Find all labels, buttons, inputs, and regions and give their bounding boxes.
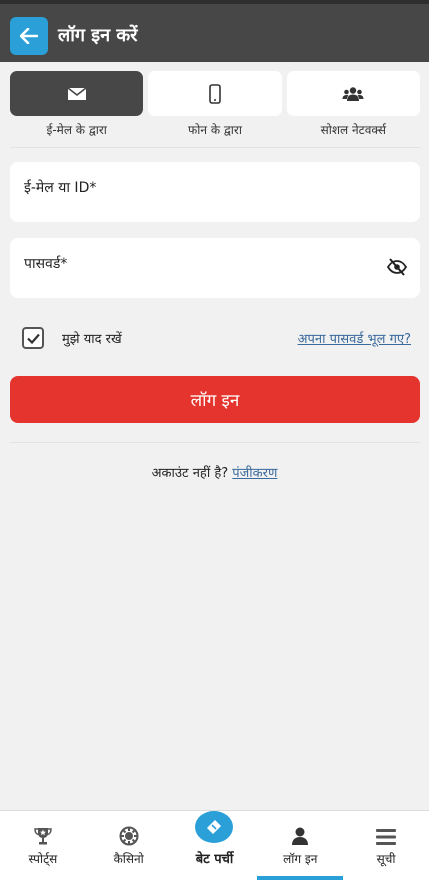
register-row: अकाउंट नहीं है? पंजीकरण xyxy=(0,463,429,481)
nav-label-casino: कैसिनो xyxy=(113,852,144,866)
nav-label-login: लॉग इन xyxy=(283,852,318,866)
trophy-icon xyxy=(34,828,52,845)
mobile-phone-icon xyxy=(209,83,221,104)
nav-label-betslip: बेट पर्ची xyxy=(195,852,234,867)
bottom-nav: स्पोर्ट्स कैसिनो बेट पर्ची लॉग इन सूची xyxy=(0,810,429,880)
nav-label-sports: स्पोर्ट्स xyxy=(28,852,58,866)
back-button[interactable] xyxy=(10,17,48,55)
nav-menu[interactable]: सूची xyxy=(343,811,429,880)
login-button[interactable]: लॉग इन xyxy=(10,376,420,423)
remember-me: मुझे याद रखें xyxy=(22,327,122,349)
nav-login[interactable]: लॉग इन xyxy=(257,811,343,880)
remember-checkbox[interactable] xyxy=(22,327,44,349)
eye-slash-icon[interactable] xyxy=(387,258,407,276)
tab-phone[interactable] xyxy=(148,71,282,116)
user-icon xyxy=(292,827,309,845)
betslip-badge xyxy=(195,811,234,843)
tab-email[interactable] xyxy=(10,71,144,116)
app-header: लॉग इन करें xyxy=(0,0,429,62)
remember-label[interactable]: मुझे याद रखें xyxy=(62,329,122,347)
menu-icon xyxy=(376,829,397,845)
tab-social[interactable] xyxy=(286,71,420,116)
password-field[interactable]: पासवर्ड* xyxy=(10,238,420,298)
login-method-tabs xyxy=(10,71,420,117)
users-icon xyxy=(342,86,364,101)
page-title: लॉग इन करें xyxy=(58,25,138,46)
tab-labels: ई-मेल के द्वारा फोन के द्वारा सोशल नेटवर… xyxy=(10,121,420,138)
password-field-label: पासवर्ड* xyxy=(24,256,68,272)
checkmark-icon xyxy=(26,333,40,344)
register-prompt: अकाउंट नहीं है? xyxy=(151,466,229,481)
arrow-left-icon xyxy=(20,28,38,44)
nav-betslip[interactable]: बेट पर्ची xyxy=(172,811,258,880)
nav-sports[interactable]: स्पोर्ट्स xyxy=(0,811,86,880)
nav-casino[interactable]: कैसिनो xyxy=(86,811,172,880)
ticket-icon xyxy=(207,820,222,834)
tab-label-social[interactable]: सोशल नेटवर्क्स xyxy=(287,121,420,138)
casino-chip-icon xyxy=(119,826,139,846)
tab-label-email[interactable]: ई-मेल के द्वारा xyxy=(10,121,143,138)
email-field-label: ई-मेल या ID* xyxy=(24,180,97,196)
divider xyxy=(10,442,420,443)
register-link[interactable]: पंजीकरण xyxy=(232,466,277,481)
nav-label-menu: सूची xyxy=(376,852,396,866)
email-field[interactable]: ई-मेल या ID* xyxy=(10,162,420,222)
divider xyxy=(10,147,420,148)
forgot-password-link[interactable]: अपना पासवर्ड भूल गए? xyxy=(298,329,411,347)
tab-label-phone[interactable]: फोन के द्वारा xyxy=(148,121,281,138)
envelope-icon xyxy=(67,86,87,100)
